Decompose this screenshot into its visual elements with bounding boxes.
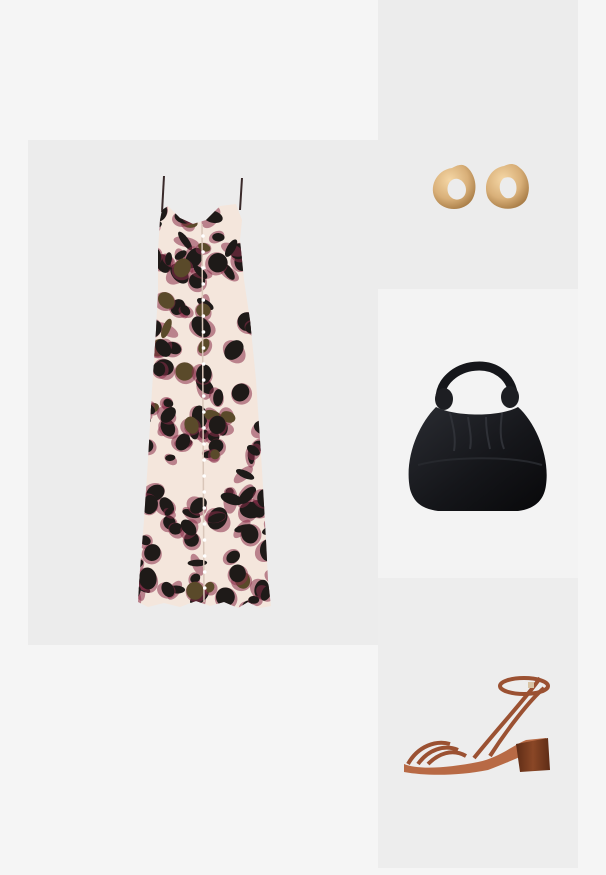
leopard-spot bbox=[138, 286, 143, 297]
leopard-spot bbox=[264, 204, 271, 217]
leopard-spot bbox=[142, 255, 151, 272]
leopard-spot-halo bbox=[138, 366, 153, 381]
leopard-spot bbox=[253, 294, 267, 304]
leopard-spot-halo bbox=[138, 425, 148, 445]
dress-button bbox=[202, 522, 207, 526]
leopard-spot bbox=[268, 206, 271, 226]
leopard-spot-halo bbox=[266, 384, 271, 405]
leopard-spot-halo bbox=[138, 253, 152, 273]
leopard-spot-halo bbox=[264, 206, 271, 224]
dress-button bbox=[201, 234, 205, 238]
earring-left bbox=[432, 164, 476, 209]
leopard-spot bbox=[263, 363, 271, 380]
dress-button bbox=[202, 538, 207, 542]
leopard-spot bbox=[141, 239, 154, 252]
dress-button bbox=[202, 442, 206, 446]
dress-button bbox=[202, 570, 207, 574]
dress-strap-right bbox=[239, 177, 243, 211]
sandal-buckle bbox=[528, 682, 534, 688]
dress-button bbox=[202, 490, 207, 494]
leopard-spot-halo bbox=[138, 442, 144, 462]
leopard-spot bbox=[264, 264, 271, 276]
leopard-spot-halo bbox=[138, 283, 142, 303]
outfit-collage: { "collage": { "items": [ {"id": "dress"… bbox=[0, 0, 606, 875]
leopard-spot bbox=[138, 442, 143, 458]
dress-button bbox=[201, 378, 206, 382]
sandal-tile[interactable] bbox=[378, 578, 578, 868]
leopard-spot-halo bbox=[258, 210, 271, 228]
sandal-ankle-loop bbox=[498, 676, 550, 696]
leopard-spot-halo bbox=[263, 207, 271, 228]
dress-tile[interactable] bbox=[28, 140, 378, 645]
dress-button bbox=[201, 314, 206, 318]
earring-right bbox=[485, 164, 529, 209]
leopard-spot-halo bbox=[138, 237, 154, 255]
dress-button bbox=[201, 250, 205, 254]
leopard-spot bbox=[269, 386, 271, 404]
dress-strap-left bbox=[161, 175, 165, 213]
dress-button bbox=[202, 458, 206, 462]
leopard-spot bbox=[268, 422, 271, 442]
leopard-spot bbox=[138, 274, 144, 292]
dress-button bbox=[201, 362, 206, 366]
dress-button bbox=[201, 266, 205, 270]
dress-button bbox=[202, 410, 206, 414]
leopard-spot-halo bbox=[138, 384, 147, 399]
leopard-spot bbox=[258, 211, 271, 225]
dress-button bbox=[202, 426, 206, 430]
leopard-print-maxi-dress bbox=[138, 175, 271, 608]
bag-knot-right bbox=[501, 386, 519, 408]
dress-button bbox=[202, 474, 206, 478]
leopard-spot bbox=[138, 293, 150, 305]
leopard-spot bbox=[138, 365, 148, 385]
bag-knot-left bbox=[435, 388, 453, 410]
dress-button bbox=[202, 586, 207, 590]
earrings-tile[interactable] bbox=[378, 0, 578, 289]
leopard-spot-halo bbox=[138, 272, 146, 296]
leopard-spot-halo bbox=[138, 291, 153, 308]
leopard-spot bbox=[266, 205, 271, 221]
leopard-spot bbox=[138, 427, 147, 444]
dress-button bbox=[202, 506, 207, 510]
black-ruched-handbag bbox=[408, 361, 547, 511]
leopard-spot bbox=[138, 238, 143, 259]
leopard-spot bbox=[269, 568, 271, 584]
leopard-spot-halo bbox=[138, 365, 150, 384]
dress-button bbox=[201, 298, 206, 302]
leopard-spot-halo bbox=[262, 265, 271, 278]
dress-button bbox=[201, 330, 206, 334]
leopard-spot-halo bbox=[260, 204, 271, 218]
dress-button bbox=[202, 554, 207, 558]
leopard-spot bbox=[139, 365, 152, 378]
bag-tile[interactable] bbox=[378, 289, 578, 578]
leopard-spot bbox=[138, 380, 139, 400]
dress-button bbox=[201, 346, 206, 350]
leopard-spot-halo bbox=[262, 422, 271, 442]
leopard-spot-halo bbox=[262, 363, 271, 383]
brown-strappy-block-heel-sandal bbox=[404, 676, 550, 775]
dress-button bbox=[202, 394, 206, 398]
leopard-spot-halo bbox=[138, 236, 144, 259]
dress-button bbox=[201, 282, 206, 286]
leopard-spot-halo bbox=[252, 292, 267, 310]
gold-hoop-earrings bbox=[432, 164, 529, 209]
sandal-heel bbox=[516, 738, 550, 772]
